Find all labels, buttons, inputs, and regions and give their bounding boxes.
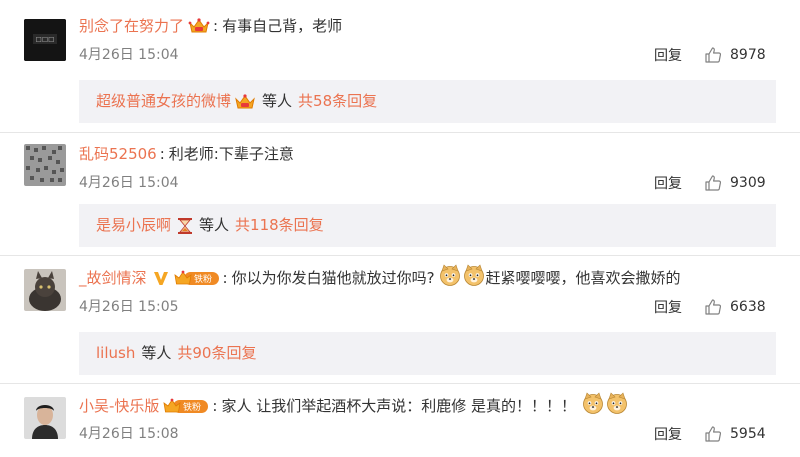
avatar[interactable]: [24, 397, 66, 439]
svg-text:☐☐☐: ☐☐☐: [36, 36, 55, 44]
comment-text: 有事自己背，老师: [222, 17, 343, 35]
like-count: 5954: [730, 426, 766, 442]
reply-author-link[interactable]: lilush: [96, 332, 135, 375]
comment-header: _故剑情深 铁粉 : 你以为你发白猫他就放过你吗? 赶紧嘤嘤嘤，他喜欢会撒娇的: [79, 263, 681, 293]
avatar[interactable]: ☐☐☐: [24, 19, 66, 61]
replies-summary[interactable]: lilush 等人 共90条回复: [79, 332, 776, 375]
like-count: 9309: [730, 175, 766, 191]
thumbs-up-icon[interactable]: [704, 298, 722, 316]
comment-header: 别念了在努力了 : 有事自己背，老师: [79, 14, 342, 38]
comment-actions: 回复 8978: [654, 45, 780, 65]
reply-count-link[interactable]: 共118条回复: [235, 204, 324, 247]
doge-emoji-icon: [439, 263, 461, 293]
crown-icon[interactable]: [188, 17, 210, 35]
like-count: 8978: [730, 47, 766, 63]
comment-text-part1: 你以为你发白猫他就放过你吗?: [231, 269, 435, 287]
username-link[interactable]: 小吴-快乐版: [79, 394, 159, 418]
verified-v-icon[interactable]: [152, 269, 170, 287]
reply-button[interactable]: 回复: [654, 173, 682, 193]
comment-actions: 回复 6638: [654, 297, 780, 317]
reply-author-link[interactable]: 超级普通女孩的微博: [96, 80, 231, 123]
comment-item: 乱码52506 : 利老师:下辈子注意 4月26日 15:04 回复 9309 …: [0, 142, 800, 254]
colon: :: [212, 397, 218, 415]
colon: :: [159, 145, 165, 163]
avatar-image: [24, 144, 66, 186]
timestamp: 4月26日 15:04: [79, 47, 179, 63]
comment-item: _故剑情深 铁粉 : 你以为你发白猫他就放过你吗? 赶紧嘤嘤嘤，他喜欢会撒娇的 …: [0, 263, 800, 376]
badge-label: 铁粉: [194, 273, 212, 285]
username-link[interactable]: 别念了在努力了: [79, 14, 184, 38]
comment-text: 家人 让我们举起酒杯大声说：利鹿修 是真的！！！！: [221, 397, 577, 415]
thumbs-up-icon[interactable]: [704, 425, 722, 443]
timestamp: 4月26日 15:05: [79, 299, 179, 315]
comment-actions: 回复 9309: [654, 173, 780, 193]
avatar-image: [24, 269, 66, 311]
others-label: 等人: [199, 216, 230, 234]
reply-count-link[interactable]: 共90条回复: [177, 332, 256, 375]
doge-emoji-icon: [606, 391, 628, 421]
timestamp: 4月26日 15:04: [79, 175, 179, 191]
avatar-image: ☐☐☐: [24, 19, 66, 61]
comment-item: 小吴-快乐版 铁粉 : 家人 让我们举起酒杯大声说：利鹿修 是真的！！！！ 4月…: [0, 391, 800, 457]
reply-author-link[interactable]: 是易小辰啊: [96, 204, 171, 247]
colon: :: [222, 269, 228, 287]
doge-emoji-icon: [582, 391, 604, 421]
comment-text-part2: 赶紧嘤嘤嘤，他喜欢会撒娇的: [485, 269, 681, 287]
username-link[interactable]: _故剑情深: [79, 266, 147, 290]
avatar[interactable]: [24, 269, 66, 311]
comment-text: 利老师:下辈子注意: [168, 145, 294, 163]
replies-summary[interactable]: 超级普通女孩的微博 等人 共58条回复: [79, 80, 776, 123]
iron-fan-badge[interactable]: 铁粉: [163, 396, 209, 416]
colon: :: [213, 17, 219, 35]
badge-label: 铁粉: [183, 401, 201, 413]
crown-icon: [234, 93, 256, 111]
divider: [0, 383, 800, 384]
avatar[interactable]: [24, 144, 66, 186]
timestamp: 4月26日 15:08: [79, 426, 179, 442]
others-label: 等人: [141, 344, 172, 362]
iron-fan-badge[interactable]: 铁粉: [173, 268, 220, 288]
doge-emoji-icon: [463, 263, 485, 293]
comment-item: ☐☐☐ 别念了在努力了 : 有事自己背，老师 4月26日 15:04 回复 89…: [0, 14, 800, 126]
replies-summary[interactable]: 是易小辰啊 等人 共118条回复: [79, 204, 776, 247]
reply-button[interactable]: 回复: [654, 45, 682, 65]
comment-header: 乱码52506 : 利老师:下辈子注意: [79, 142, 294, 166]
reply-button[interactable]: 回复: [654, 424, 682, 444]
divider: [0, 255, 800, 256]
comment-actions: 回复 5954: [654, 424, 780, 444]
reply-count-link[interactable]: 共58条回复: [298, 80, 377, 123]
thumbs-up-icon[interactable]: [704, 174, 722, 192]
hourglass-icon: [177, 217, 193, 235]
others-label: 等人: [262, 92, 293, 110]
username-link[interactable]: 乱码52506: [79, 142, 157, 166]
divider: [0, 132, 800, 133]
comment-header: 小吴-快乐版 铁粉 : 家人 让我们举起酒杯大声说：利鹿修 是真的！！！！: [79, 391, 629, 421]
like-count: 6638: [730, 299, 766, 315]
thumbs-up-icon[interactable]: [704, 46, 722, 64]
avatar-image: [24, 397, 66, 439]
reply-button[interactable]: 回复: [654, 297, 682, 317]
